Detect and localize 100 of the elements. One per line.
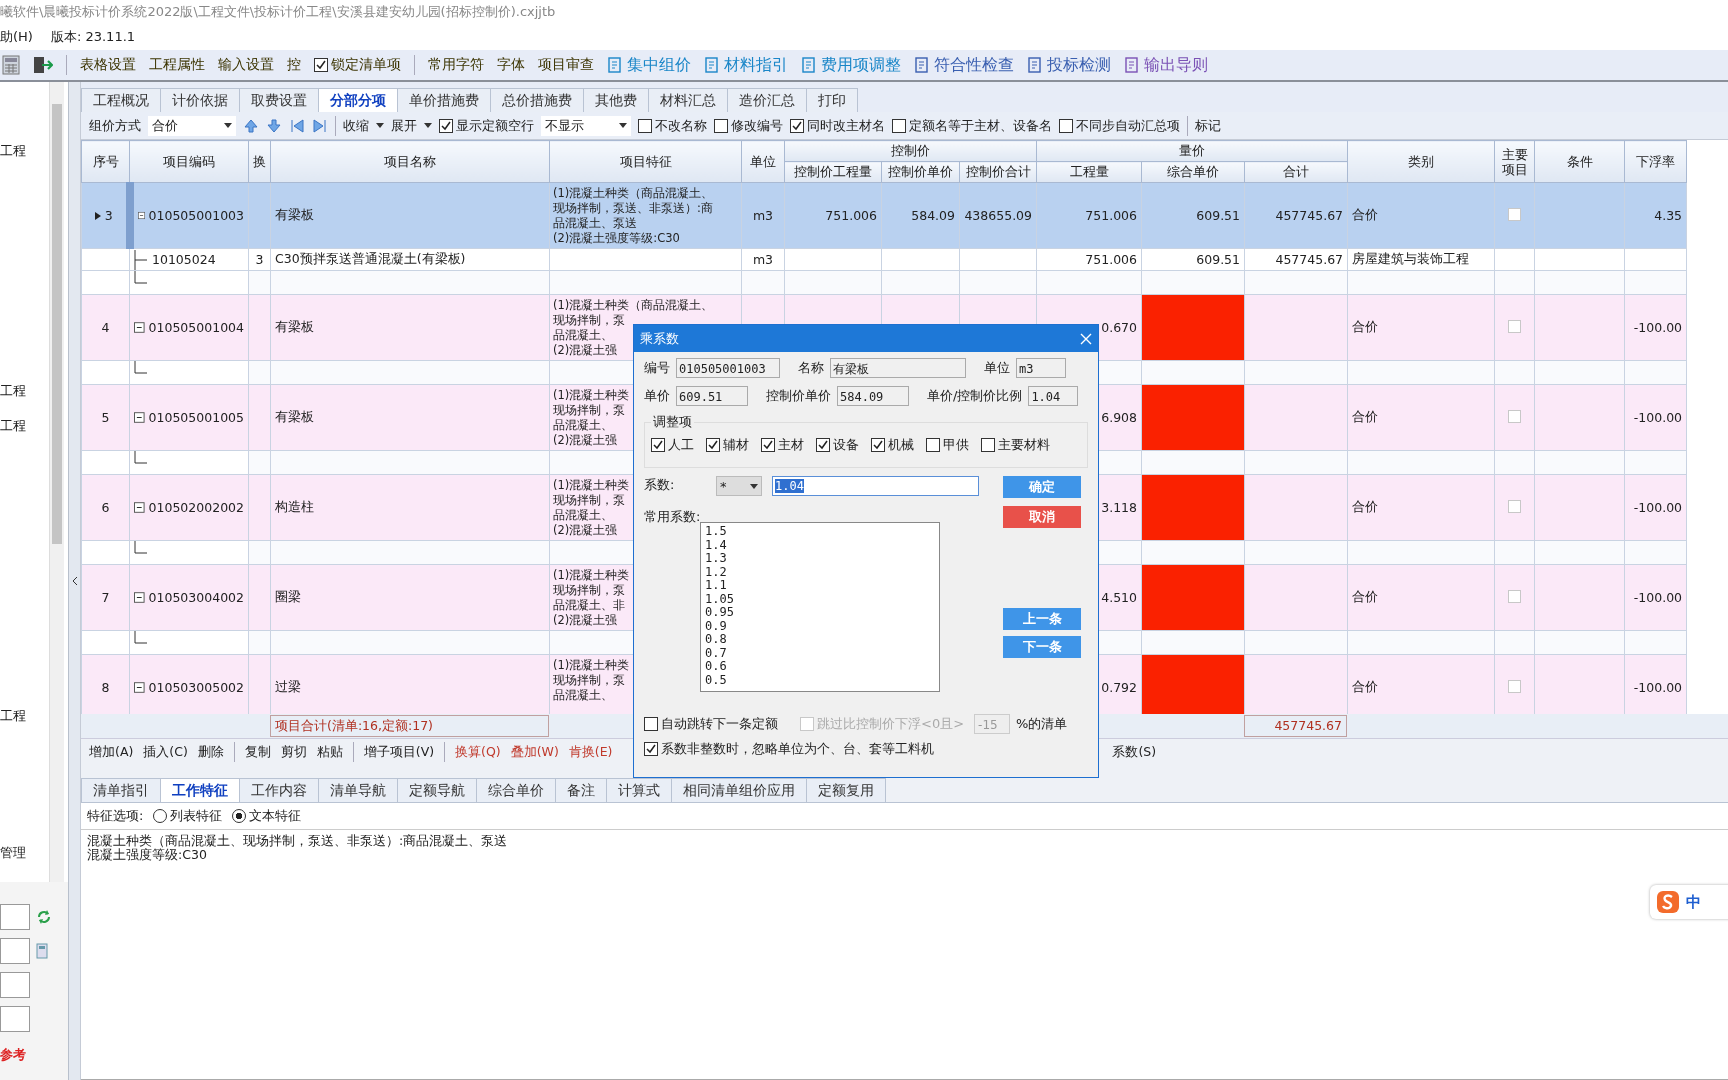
checkbox-label[interactable]: 主材 [778,436,804,454]
list-item[interactable]: 0.6 [705,660,935,674]
checkbox[interactable] [871,438,885,452]
checkbox-label[interactable]: 辅材 [723,436,749,454]
checkbox[interactable] [638,118,652,133]
list-item[interactable]: 1.4 [705,538,935,552]
collapse-icon[interactable] [134,682,145,693]
exit-icon[interactable] [33,56,53,74]
command-button[interactable]: 叠加(W) [510,743,559,761]
list-item[interactable]: 1.2 [705,565,935,579]
column-header[interactable]: 项目名称 [270,140,550,183]
checkbox-label[interactable]: 同时改主材名 [807,116,885,135]
operator-select[interactable]: * [716,476,762,496]
column-header[interactable]: 单位 [741,140,785,183]
list-item[interactable]: 1.5 [705,525,935,539]
checkbox[interactable] [714,118,728,133]
tab[interactable]: 综合单价 [476,778,556,802]
toolbar-label[interactable]: 锁定清单项 [331,56,401,74]
column-header[interactable]: 条件 [1534,140,1625,183]
checkbox[interactable] [981,438,995,452]
input-field[interactable]: 609.51 [676,386,748,406]
first-icon[interactable] [289,117,305,134]
toolbar-button[interactable]: 符合性检查 [914,54,1014,76]
command-button[interactable]: 增加(A) [89,743,134,761]
checkbox-label[interactable]: 修改编号 [731,116,783,135]
list-item[interactable]: 1.3 [705,552,935,566]
refresh-icon[interactable] [36,909,52,925]
input-field[interactable]: 1.04 [1028,386,1079,406]
column-header[interactable]: 主要项目 [1494,140,1535,183]
tab[interactable]: 工作内容 [239,778,319,802]
down-arrow-icon[interactable] [266,117,282,134]
checkbox[interactable] [1059,118,1073,133]
checkbox[interactable] [439,118,453,133]
checkbox[interactable] [892,118,906,133]
collapse-icon[interactable] [134,322,145,333]
toolbar-button[interactable]: 项目审查 [538,56,594,74]
list-item[interactable]: 0.7 [705,646,935,660]
collapse-icon[interactable] [134,502,145,513]
factor-list[interactable]: 1.5 1.4 1.3 1.2 1.1 1.05 0.95 0.9 0.8 0.7 0.6 0.5 [700,522,940,692]
checkbox[interactable] [790,118,804,133]
toolbar-button[interactable]: 字体 [497,56,525,74]
toolbar-button[interactable]: 工程属性 [149,56,205,74]
toolbar-button[interactable]: 常用字符 [428,56,484,74]
toolbar-button[interactable]: 控 [287,56,301,74]
radio-label[interactable]: 文本特征 [249,807,302,825]
checkbox[interactable] [706,438,720,452]
checkbox-label[interactable]: 不改名称 [655,116,707,135]
tree-item[interactable]: 工程 [0,417,68,437]
checkbox[interactable] [644,717,658,731]
command-button[interactable]: 粘贴 [316,743,343,761]
checkbox[interactable] [926,438,940,452]
input-field[interactable] [0,904,30,930]
list-item[interactable]: 0.95 [705,606,935,620]
mark-button[interactable]: 标记 [1195,116,1221,135]
checkbox-label[interactable]: 机械 [888,436,914,454]
checkbox-label[interactable]: 人工 [668,436,694,454]
scrollbar[interactable] [49,82,64,882]
tab[interactable]: 清单指引 [81,778,161,802]
pricing-select[interactable]: 合价 [148,115,236,136]
tab[interactable]: 工作特征 [160,778,240,802]
toolbar-button[interactable]: 输出导则 [1124,54,1208,76]
list-item[interactable]: 1.1 [705,579,935,593]
radio-button[interactable] [153,809,168,823]
tab[interactable]: 定额导航 [397,778,477,802]
input-field[interactable]: m3 [1016,358,1066,378]
tab[interactable]: 备注 [555,778,607,802]
input-field[interactable]: 584.09 [837,386,909,406]
checkbox-label[interactable]: 设备 [833,436,859,454]
tab[interactable]: 定额复用 [806,778,886,802]
command-button[interactable]: 插入(C) [143,743,188,761]
tree-item[interactable]: 工程 [0,142,68,162]
checkbox[interactable] [651,438,665,452]
checkbox[interactable] [314,58,328,72]
list-item[interactable]: 1.05 [705,592,935,606]
checkbox-label[interactable]: 甲供 [943,436,969,454]
command-button[interactable]: 复制 [244,743,271,761]
column-header[interactable]: 项目特征 [549,140,742,183]
toolbar-button[interactable]: 投标检测 [1027,54,1111,76]
collapse-icon[interactable] [134,412,145,423]
last-icon[interactable] [312,117,328,134]
tab[interactable]: 分部分项 [318,88,398,112]
collapse-left-icon[interactable] [71,576,78,586]
column-header[interactable]: 序号 [81,140,130,183]
command-button[interactable]: 换算(Q) [455,743,501,761]
close-icon[interactable] [1080,332,1092,345]
toolbar-button[interactable]: 表格设置 [80,56,136,74]
radio-button[interactable] [232,809,247,823]
checkbox-label[interactable]: 不同步自动汇总项 [1076,116,1180,135]
tab[interactable]: 打印 [806,88,858,112]
expand-dropdown[interactable]: 展开 [391,116,417,135]
input-field[interactable] [0,938,30,964]
list-item[interactable]: 0.5 [705,673,935,687]
column-header[interactable]: 类别 [1347,140,1495,183]
collapse-dropdown[interactable]: 收缩 [343,116,369,135]
checkbox-label[interactable]: 显示定额空行 [456,116,534,135]
command-button[interactable]: 系数(S) [1112,743,1157,761]
tab[interactable]: 工程概况 [81,88,161,112]
tree-item[interactable]: 工程 [0,382,68,402]
input-field[interactable] [0,1006,30,1032]
list-item[interactable]: 0.9 [705,619,935,633]
